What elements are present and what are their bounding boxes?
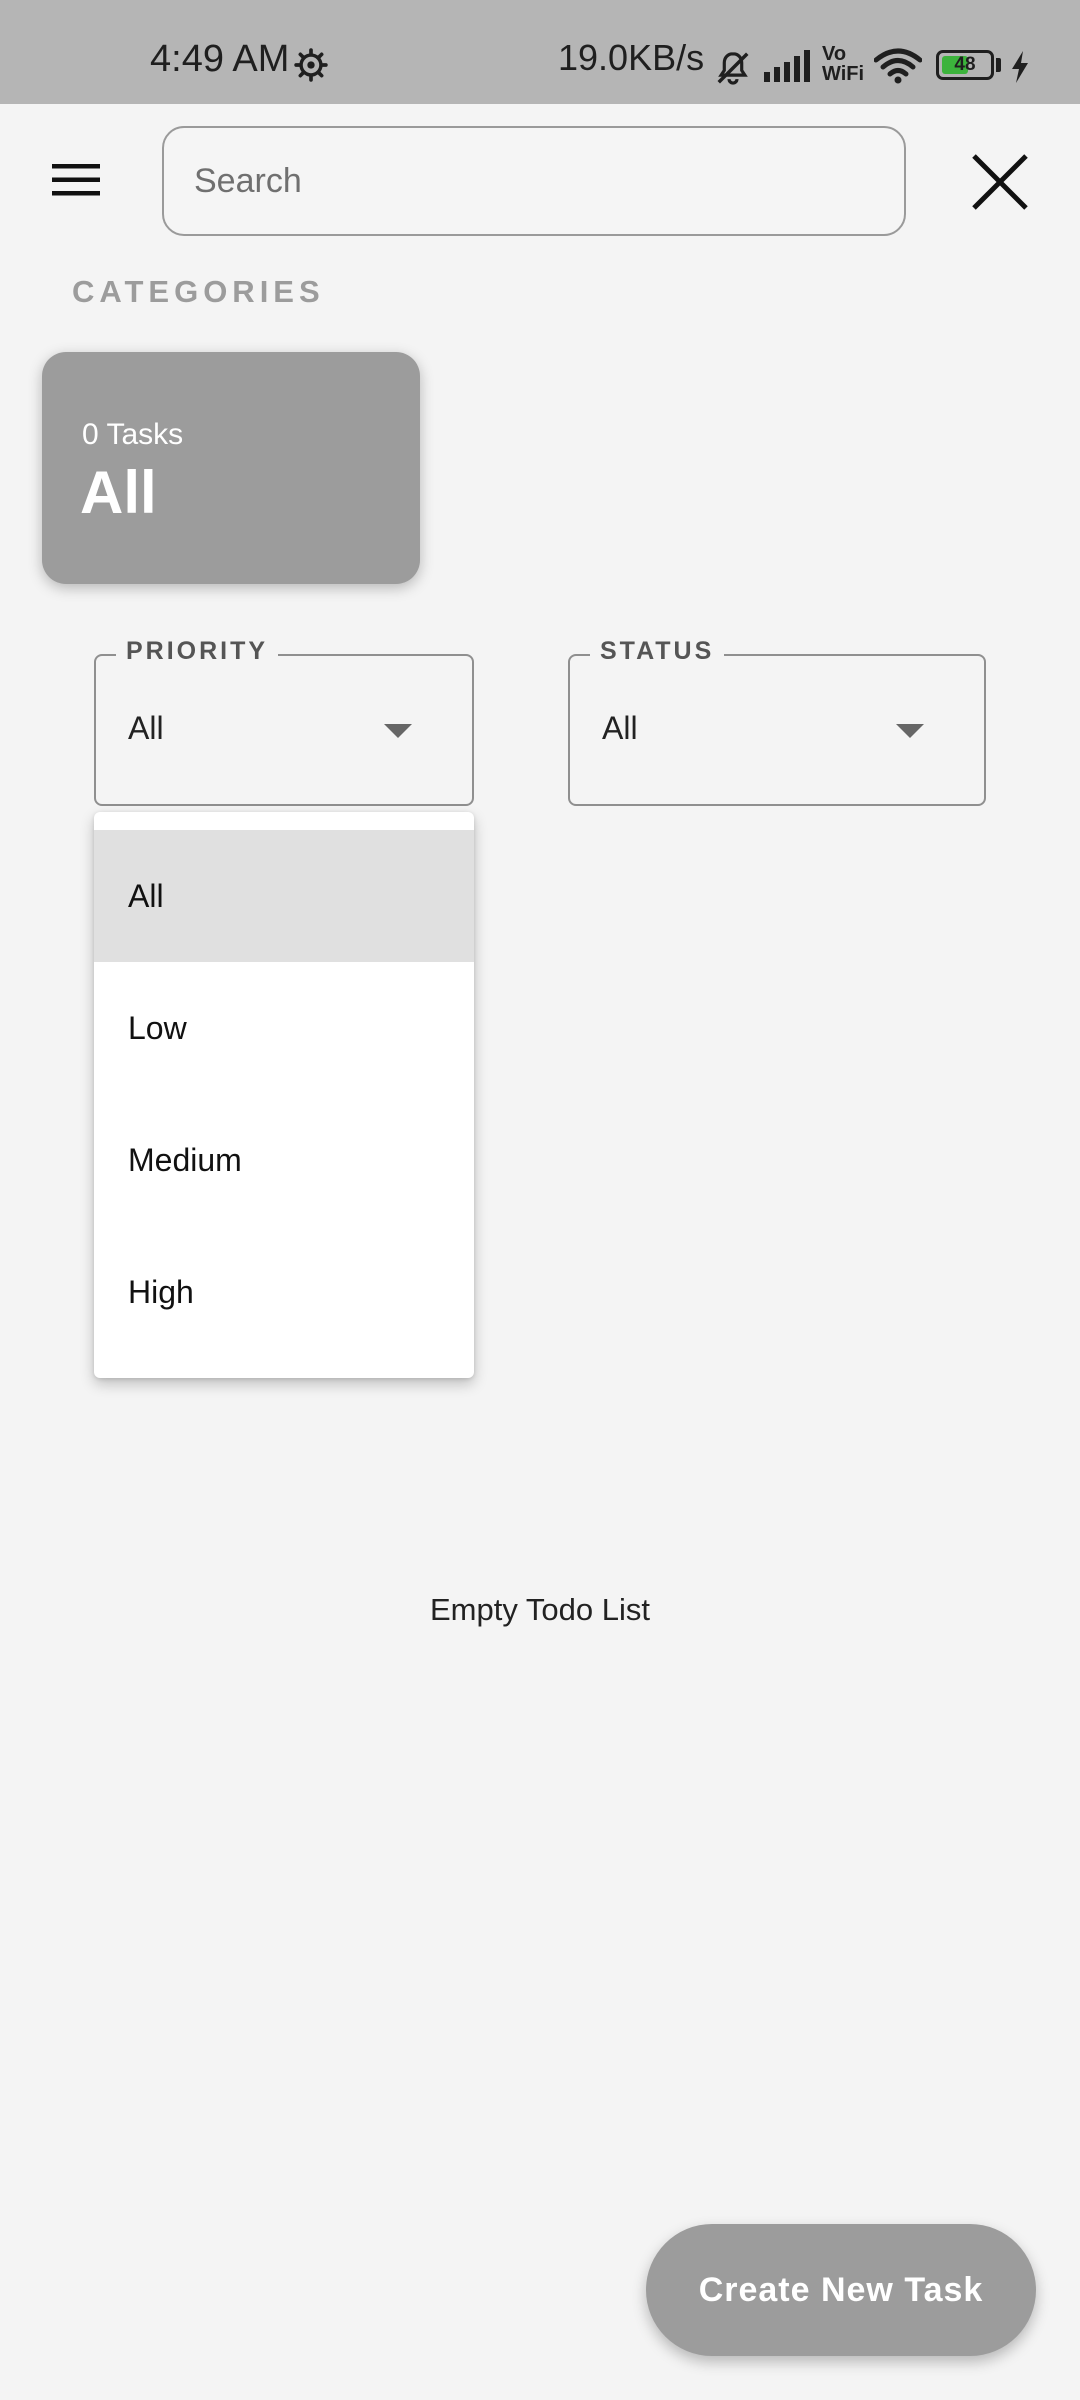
- category-task-count: 0 Tasks: [82, 418, 184, 451]
- close-icon[interactable]: [970, 152, 1030, 212]
- hamburger-menu-icon[interactable]: [48, 160, 104, 200]
- signal-icon: [764, 50, 810, 82]
- vowifi-indicator: Vo WiFi: [822, 43, 865, 85]
- status-bar: 4:49 AM 19.0KB/s Vo WiFi 48: [0, 0, 1080, 104]
- battery-icon: 48: [936, 50, 994, 80]
- search-input[interactable]: [162, 126, 906, 236]
- priority-dropdown-menu: All Low Medium High: [94, 812, 474, 1378]
- charging-bolt-icon: [1012, 51, 1028, 83]
- categories-heading: CATEGORIES: [72, 274, 325, 309]
- category-name: All: [80, 459, 157, 526]
- dropdown-arrow-icon: [384, 724, 412, 738]
- status-select[interactable]: STATUS All: [568, 634, 986, 806]
- priority-option-all[interactable]: All: [94, 830, 474, 962]
- battery-tip: [996, 58, 1001, 72]
- priority-option-low[interactable]: Low: [94, 962, 474, 1094]
- priority-label: PRIORITY: [116, 634, 279, 668]
- network-speed: 19.0KB/s: [558, 37, 705, 78]
- gear-icon: [294, 48, 328, 82]
- status-time: 4:49 AM: [150, 38, 290, 80]
- dropdown-arrow-icon: [896, 724, 924, 738]
- create-new-task-button[interactable]: Create New Task: [646, 2224, 1036, 2356]
- priority-value: All: [128, 710, 164, 746]
- status-value: All: [602, 710, 638, 746]
- priority-select[interactable]: PRIORITY All: [94, 634, 474, 806]
- battery-level: 48: [954, 54, 976, 75]
- empty-state-text: Empty Todo List: [430, 1592, 650, 1627]
- category-card-all[interactable]: 0 Tasks All: [42, 352, 420, 584]
- status-label: STATUS: [590, 634, 725, 668]
- priority-option-high[interactable]: High: [94, 1226, 474, 1358]
- mute-bell-icon: [717, 52, 749, 85]
- wifi-icon: [874, 48, 922, 84]
- priority-option-medium[interactable]: Medium: [94, 1094, 474, 1226]
